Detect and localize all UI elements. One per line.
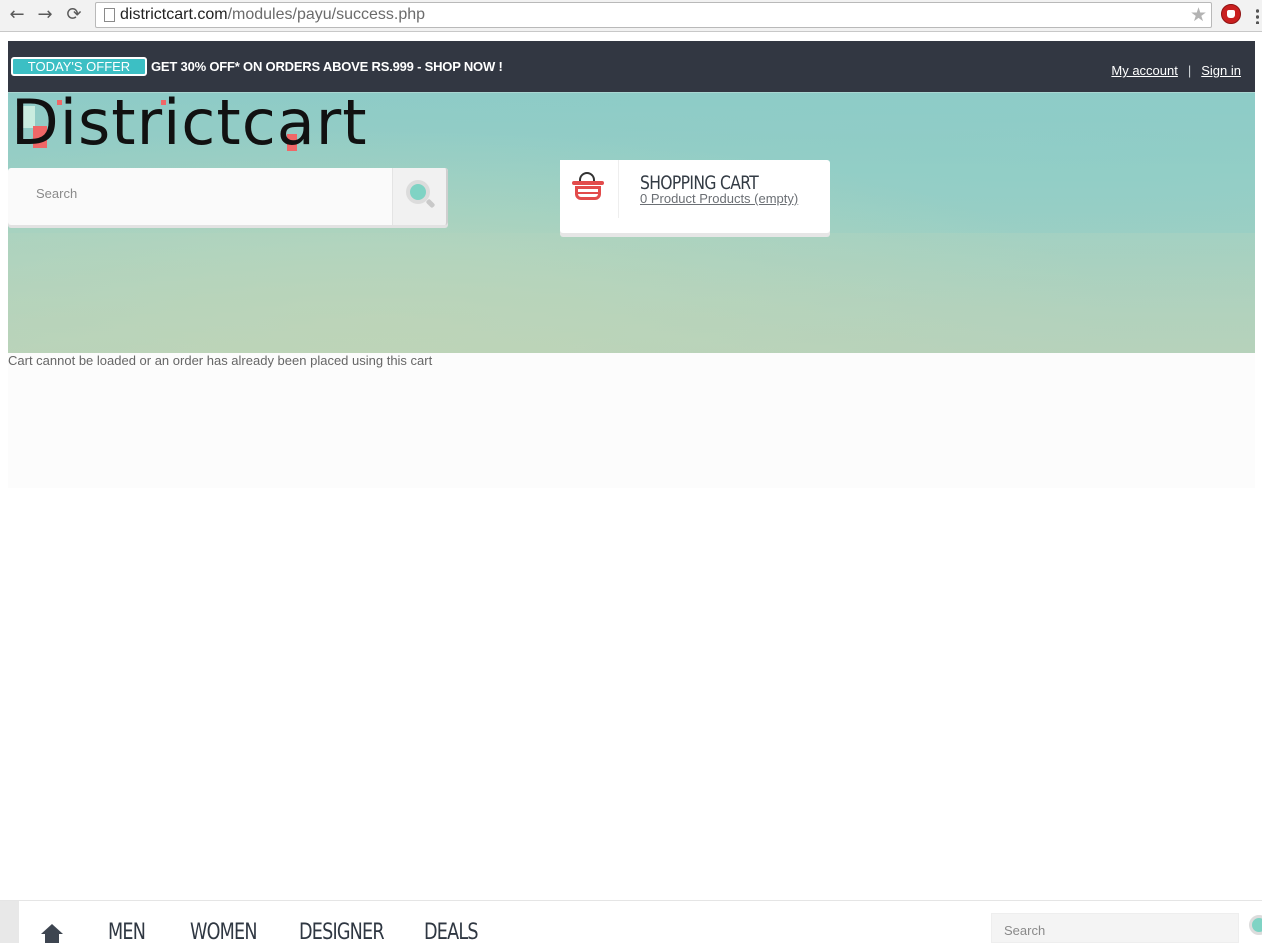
search-bar: Search — [8, 168, 448, 225]
logo-accent — [161, 100, 166, 105]
basket-body — [575, 186, 601, 200]
nav-edge — [0, 901, 19, 943]
basket-icon — [560, 160, 619, 218]
banner-band — [8, 233, 1255, 354]
cart-summary-link[interactable]: 0 Product Products (empty) — [640, 191, 798, 206]
back-arrow-icon[interactable]: ← — [6, 4, 28, 26]
main-nav: MEN WOMEN DESIGNER DEALS Search — [0, 900, 1262, 945]
logo[interactable]: Districtcart — [11, 88, 367, 158]
search-button[interactable] — [392, 168, 448, 225]
todays-offer-badge[interactable]: TODAY'S OFFER — [11, 57, 147, 76]
reload-icon[interactable]: ⟳ — [63, 4, 85, 26]
cart-error-message: Cart cannot be loaded or an order has al… — [8, 353, 433, 368]
address-bar[interactable]: districtcart.com/modules/payu/success.ph… — [95, 2, 1212, 28]
separator: | — [1187, 63, 1192, 78]
browser-toolbar: ← → ⟳ districtcart.com/modules/payu/succ… — [0, 0, 1262, 32]
logo-accent — [57, 100, 62, 105]
nav-item-men[interactable]: MEN — [108, 919, 146, 947]
adblock-icon[interactable] — [1221, 4, 1241, 24]
nav-item-women[interactable]: WOMEN — [190, 919, 258, 947]
menu-icon[interactable] — [1256, 8, 1259, 24]
search-input[interactable]: Search — [36, 168, 77, 225]
my-account-link[interactable]: My account — [1111, 63, 1177, 78]
shopping-cart-block[interactable]: SHOPPING CART 0 Product Products (empty) — [560, 160, 830, 233]
logo-text: Districtcart — [11, 86, 368, 159]
forward-arrow-icon[interactable]: → — [34, 4, 56, 26]
search-icon[interactable] — [1249, 915, 1262, 935]
header-banner: Districtcart Search SHOPPING CART 0 Prod… — [8, 88, 1255, 354]
top-bar: TODAY'S OFFER GET 30% OFF* ON ORDERS ABO… — [8, 41, 1255, 92]
nav-item-designer[interactable]: DESIGNER — [299, 919, 385, 947]
account-links: My account | Sign in — [1111, 63, 1241, 78]
page-icon — [104, 8, 115, 22]
url-host: districtcart.com — [120, 6, 228, 23]
url-path: /modules/payu/success.php — [227, 6, 426, 23]
main-content: Cart cannot be loaded or an order has al… — [8, 353, 1255, 488]
url-text[interactable]: districtcart.com/modules/payu/success.ph… — [120, 6, 425, 24]
search-icon-handle — [425, 198, 436, 209]
nav-item-deals[interactable]: DEALS — [424, 919, 479, 947]
home-icon[interactable] — [41, 924, 63, 943]
basket-rim — [572, 181, 604, 185]
nav-search-input[interactable]: Search — [991, 913, 1239, 943]
star-icon[interactable]: ★ — [1190, 4, 1207, 26]
sign-in-link[interactable]: Sign in — [1201, 63, 1241, 78]
offer-text[interactable]: GET 30% OFF* ON ORDERS ABOVE RS.999 - SH… — [151, 59, 503, 74]
